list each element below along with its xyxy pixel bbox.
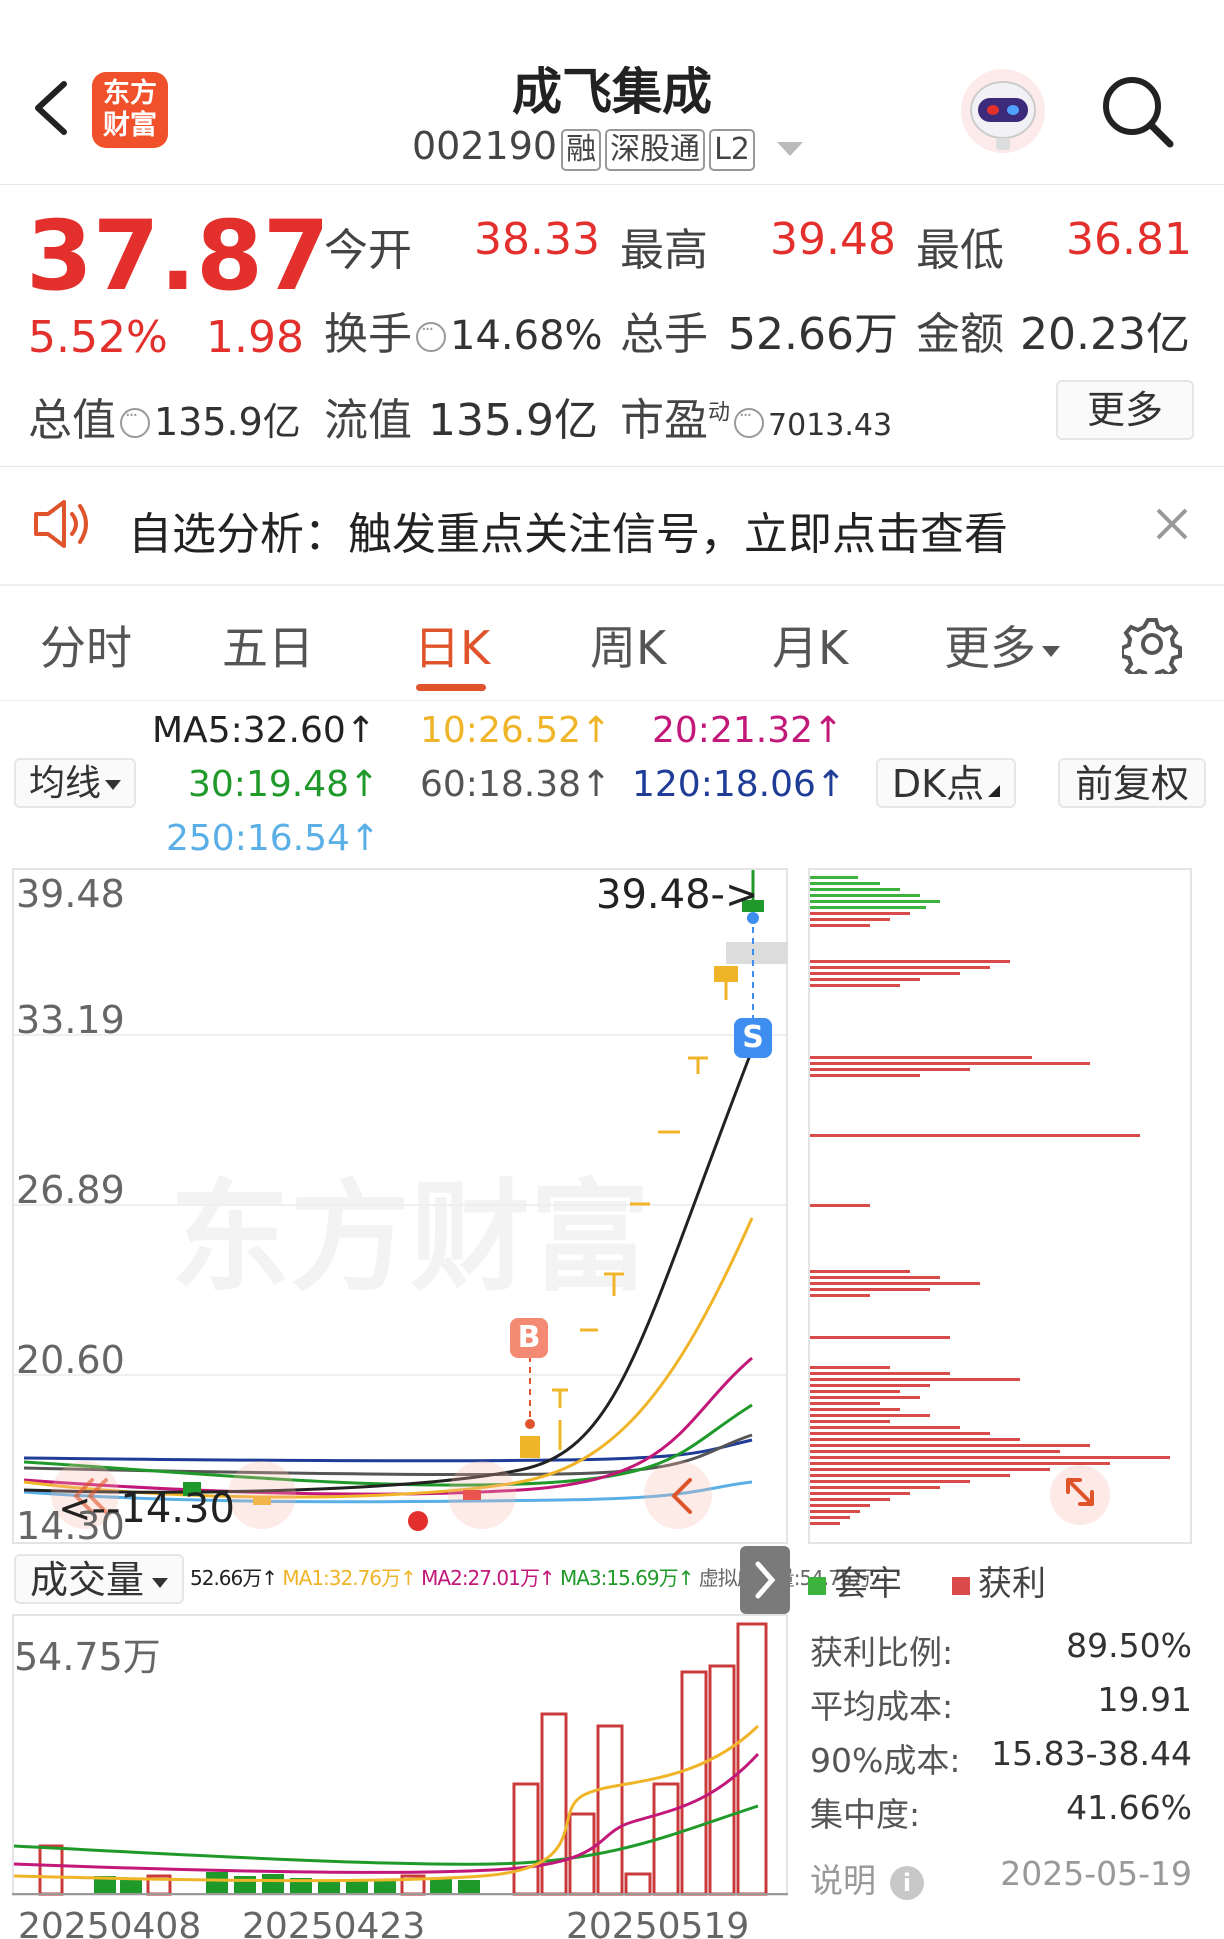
y-label-4: 20.60 — [16, 1338, 125, 1382]
legend-profit: 获利 — [952, 1556, 1046, 1605]
concentration-value: 41.66% — [1066, 1788, 1192, 1827]
cost90-value: 15.83-38.44 — [991, 1734, 1192, 1773]
volume-bar — [262, 1874, 284, 1894]
legend-volume: 52.66万↑ — [190, 1566, 278, 1590]
volume-bar — [38, 1844, 64, 1896]
buy-signal-badge[interactable]: B — [510, 1318, 548, 1358]
volume-bar — [540, 1712, 568, 1896]
volume-bar — [234, 1876, 256, 1894]
trapped-label: 套牢 — [834, 1564, 902, 1604]
ma5-line — [23, 1049, 754, 1494]
vol-ma2-line — [13, 1752, 760, 1874]
volume-bar — [346, 1880, 368, 1894]
y-label-top: 39.48 — [16, 872, 125, 916]
low-dot — [408, 1511, 428, 1531]
date-label-1: 20250408 — [18, 1906, 202, 1939]
min-price-marker: <--14.30 — [58, 1486, 235, 1532]
y-label-3: 26.89 — [16, 1168, 125, 1212]
volume-bar — [596, 1724, 624, 1896]
legend-ma2: MA2:27.01万↑ — [421, 1566, 555, 1590]
avg-cost-label: 平均成本: — [810, 1687, 954, 1726]
ma120-line — [23, 1438, 753, 1463]
y-label-2: 33.19 — [16, 998, 125, 1042]
volume-bar — [624, 1872, 652, 1896]
chip-bars — [810, 876, 1170, 1525]
profit-ratio-value: 89.50% — [1066, 1626, 1192, 1665]
price-highlight-band — [726, 942, 788, 964]
sell-signal-badge[interactable]: S — [734, 1018, 772, 1058]
volume-bar — [318, 1880, 340, 1894]
volume-bar — [120, 1878, 142, 1894]
volume-bar — [512, 1782, 540, 1896]
date-label-2: 20250423 — [242, 1906, 426, 1939]
chip-note[interactable]: 说明 i — [810, 1854, 924, 1902]
vol-ma1-line — [13, 1724, 760, 1883]
volume-bar — [458, 1880, 480, 1894]
chip-date: 2025-05-19 — [1000, 1854, 1192, 1893]
scroll-right-bubble — [448, 1461, 516, 1529]
vol-ma3-line — [13, 1804, 759, 1866]
info-icon[interactable]: i — [890, 1865, 924, 1900]
scroll-far-bubble — [644, 1461, 712, 1529]
volume-bar — [680, 1670, 708, 1896]
candle — [520, 1436, 540, 1458]
buy-dot — [525, 1419, 535, 1429]
legend-trapped: 套牢 — [808, 1556, 902, 1605]
expand-panel-button[interactable] — [740, 1546, 790, 1614]
chip-note-label: 说明 — [810, 1861, 876, 1900]
volume-selector[interactable]: 成交量 — [14, 1554, 184, 1604]
profit-swatch — [952, 1577, 970, 1595]
scroll-mid-bubble — [228, 1461, 296, 1529]
ma10-line — [23, 1217, 754, 1499]
trapped-swatch — [808, 1577, 826, 1595]
profit-ratio-label: 获利比例: — [810, 1633, 954, 1672]
profit-label: 获利 — [978, 1564, 1046, 1604]
legend-ma3: MA3:15.69万↑ — [559, 1566, 694, 1590]
caret-down-icon — [152, 1577, 168, 1588]
cost90-label: 90%成本: — [810, 1741, 961, 1780]
volume-svg — [12, 1622, 788, 1896]
max-price-marker: 39.48-> — [596, 872, 759, 918]
volume-bar — [206, 1872, 228, 1894]
legend-ma1: MA1:32.76万↑ — [282, 1566, 416, 1590]
volume-bar — [374, 1880, 396, 1894]
date-label-3: 20250519 — [566, 1906, 750, 1939]
candles — [183, 870, 764, 1505]
concentration-label: 集中度: — [810, 1795, 921, 1834]
volume-bar — [430, 1878, 452, 1894]
volume-selector-label: 成交量 — [29, 1558, 144, 1602]
candle — [714, 966, 738, 982]
avg-cost-value: 19.91 — [1097, 1680, 1192, 1719]
